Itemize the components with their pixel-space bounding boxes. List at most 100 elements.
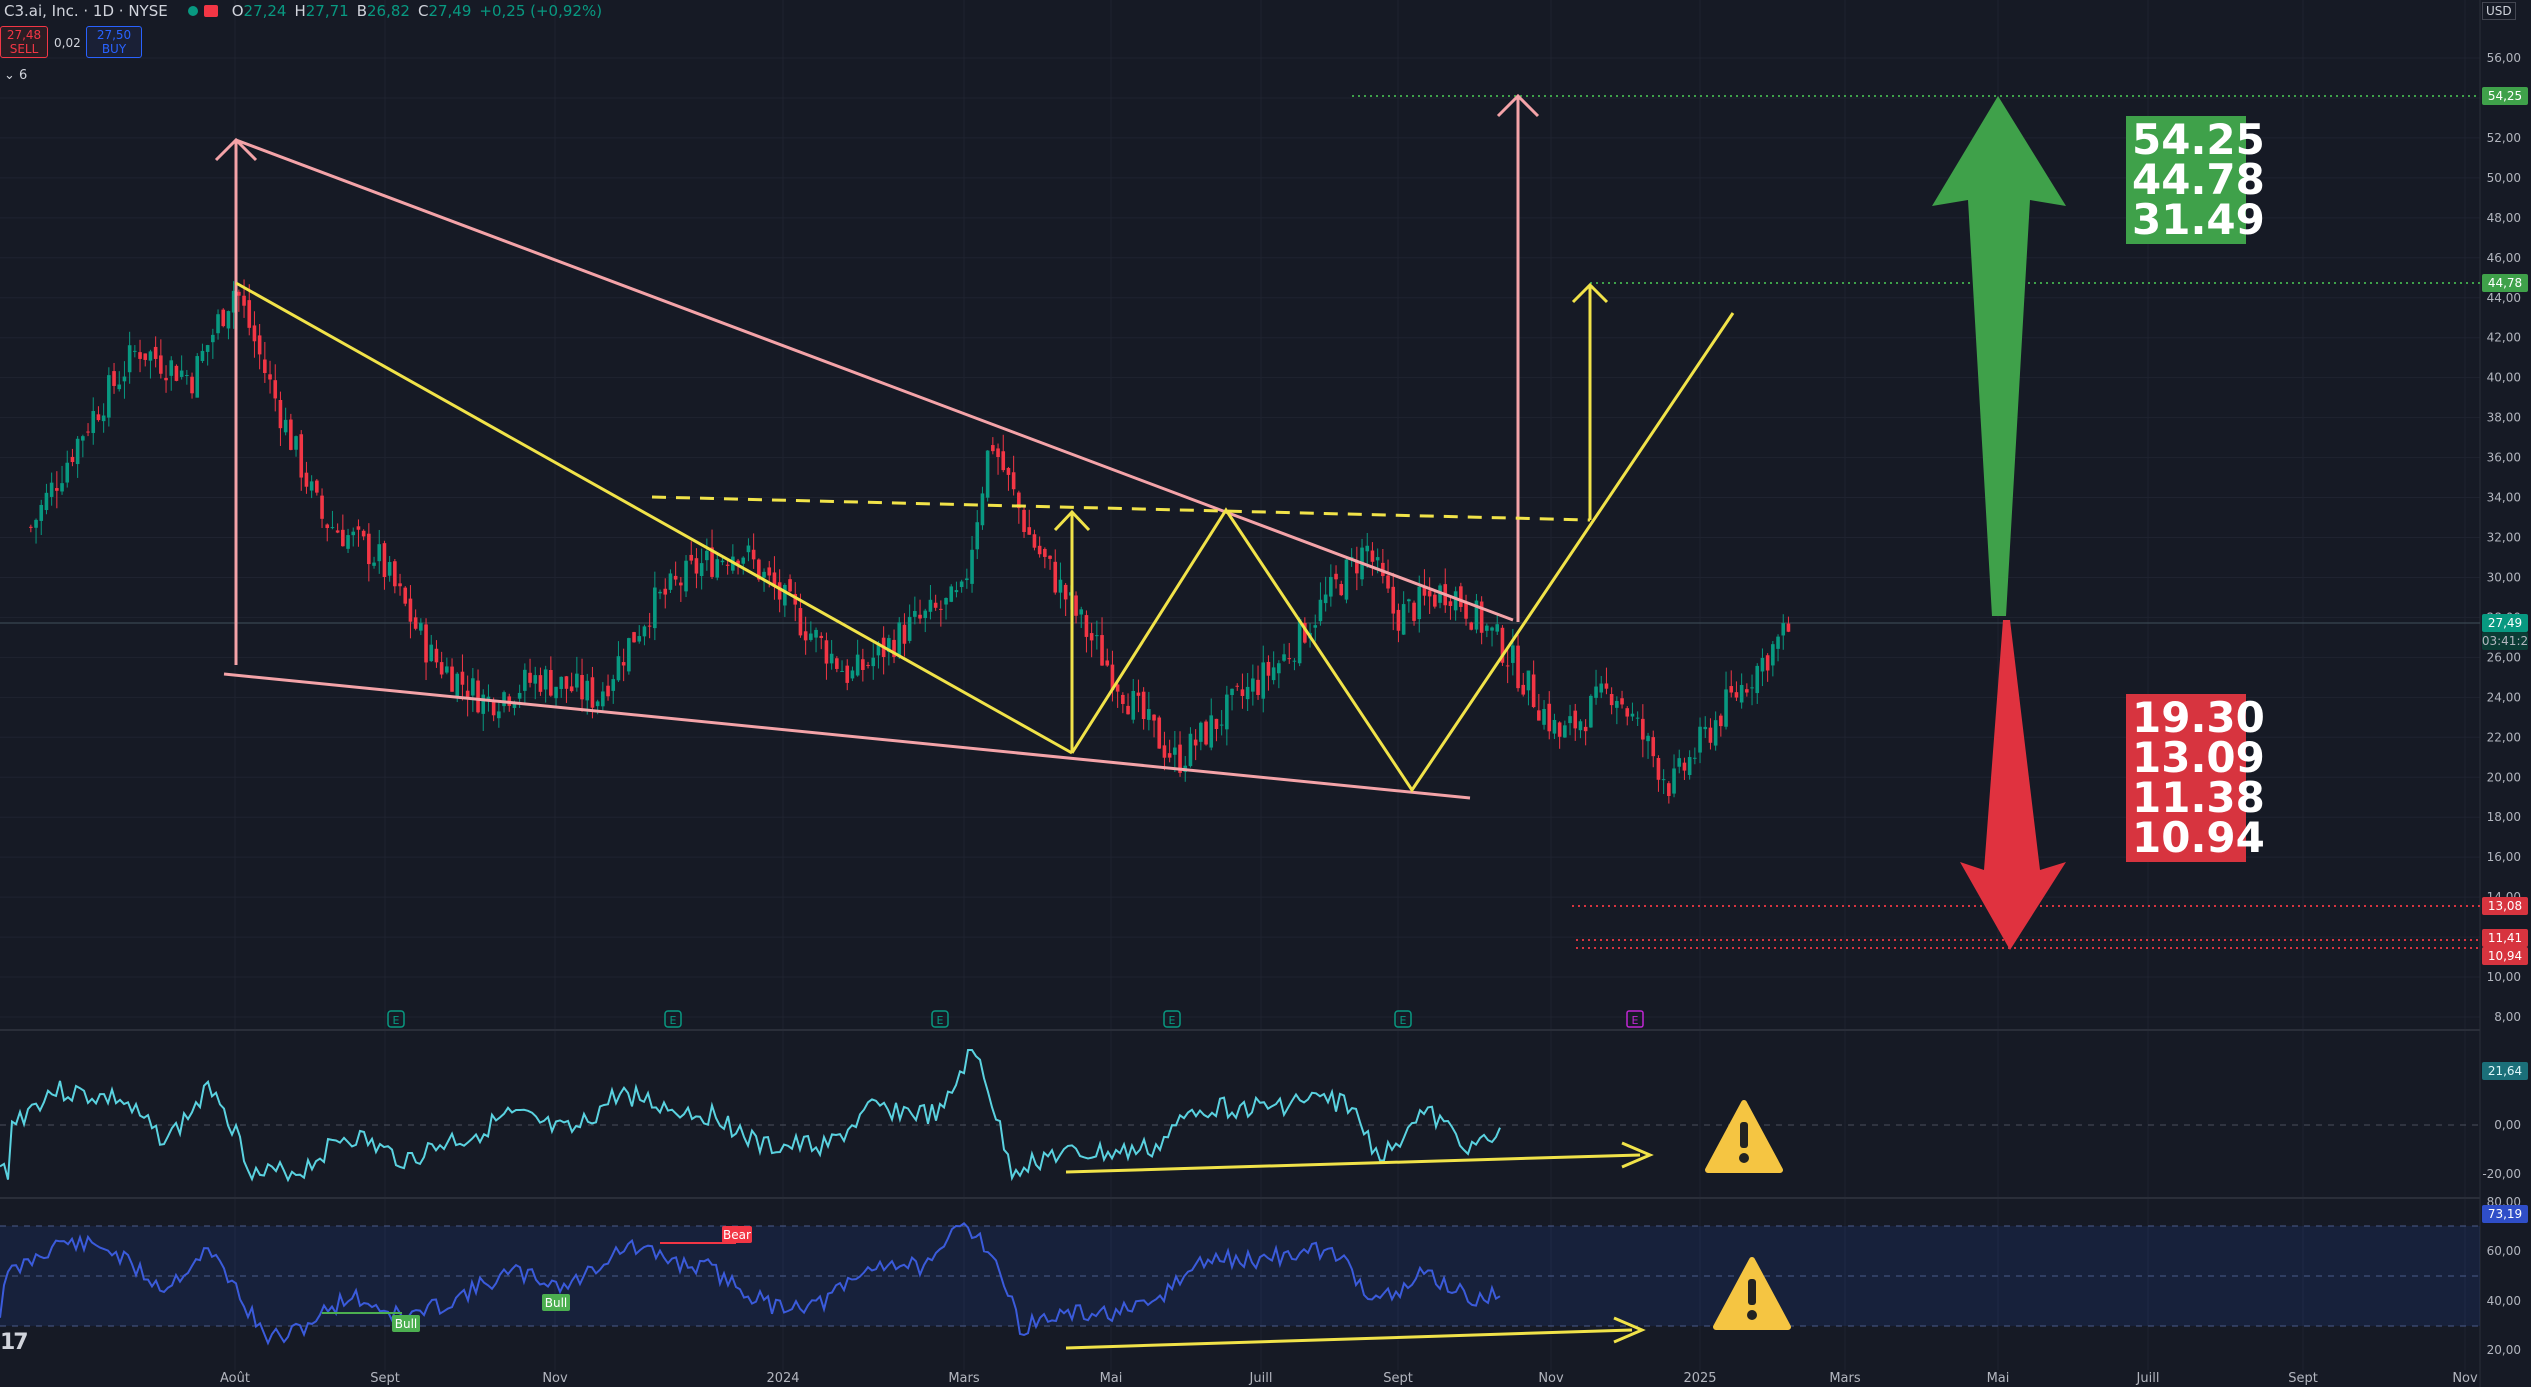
candle-body: [190, 376, 194, 394]
candle-body: [486, 696, 491, 699]
target-tag-text: 44,78: [2488, 276, 2522, 290]
candle-body: [959, 581, 964, 588]
price-tick-label: 16,00: [2487, 850, 2521, 864]
time-tick-label: Sept: [2288, 1371, 2318, 1386]
indicators-toggle[interactable]: ⌄ 6: [4, 68, 27, 83]
candle-body: [699, 563, 704, 576]
candle-body: [840, 670, 844, 672]
support-tag-text: 10,94: [2488, 949, 2522, 963]
bull-label-text: Bull: [545, 1296, 568, 1310]
candle-body: [543, 669, 548, 690]
candle-body: [153, 346, 158, 359]
candle-body: [1043, 548, 1047, 557]
candle-body: [1677, 758, 1682, 767]
candle-body: [1537, 710, 1541, 721]
candle-body: [1131, 690, 1136, 720]
candle-body: [835, 658, 839, 669]
candle-body: [673, 575, 678, 580]
w-pattern-line: [1070, 312, 1735, 793]
candle-body: [179, 370, 184, 377]
candle-body: [367, 533, 371, 565]
candle-body: [1417, 586, 1422, 620]
price-tick-label: 52,00: [2487, 131, 2521, 145]
candle-body: [907, 616, 912, 641]
candle-body: [127, 345, 132, 373]
candle-body: [294, 436, 298, 450]
candle-body: [1162, 745, 1167, 758]
candle-body: [590, 677, 595, 708]
candle-body: [819, 635, 824, 639]
earnings-marker-label: E: [393, 1014, 400, 1027]
sell-button[interactable]: 27,48 SELL: [0, 26, 48, 58]
buy-button[interactable]: 27,50 BUY: [86, 26, 142, 58]
candle-body: [1058, 579, 1063, 593]
candle-body: [1209, 715, 1214, 748]
candle-body: [1141, 691, 1146, 720]
candle-body: [1505, 665, 1510, 667]
candle-body: [1219, 724, 1224, 726]
symbol-title[interactable]: C3.ai, Inc. · 1D · NYSE: [4, 2, 168, 20]
candle-body: [861, 659, 865, 670]
candle-body: [1339, 584, 1344, 596]
candle-body: [1656, 758, 1661, 780]
target-tag-text: 54,25: [2488, 89, 2522, 103]
candle-body: [497, 711, 501, 719]
target-value: 11.38: [2132, 773, 2265, 822]
candle-body: [424, 624, 428, 663]
price-tick-label: 30,00: [2487, 570, 2521, 584]
candle-body: [1557, 722, 1562, 737]
candle-body: [595, 701, 600, 707]
candle-body: [1240, 689, 1245, 696]
price-tick-label: 46,00: [2487, 251, 2521, 265]
candle-body: [658, 591, 662, 594]
candle-body: [684, 560, 688, 592]
candle-body: [1063, 584, 1068, 600]
candle-body: [762, 571, 766, 578]
candle-body: [1698, 726, 1702, 753]
candle-body: [476, 680, 480, 713]
candle-body: [29, 526, 33, 528]
price-tick-label: 56,00: [2487, 51, 2521, 65]
candle-body: [1152, 714, 1156, 721]
candle-body: [455, 673, 460, 697]
candle-body: [372, 562, 376, 566]
candle-body: [148, 351, 153, 361]
candle-body: [502, 692, 506, 707]
candle-body: [60, 483, 64, 492]
candle-body: [1703, 726, 1708, 730]
candle-body: [1646, 735, 1650, 742]
candle-body: [398, 583, 402, 587]
price-tick-label: 24,00: [2487, 690, 2521, 704]
ohlc-low: B26,82: [356, 2, 410, 20]
candle-body: [1516, 645, 1520, 689]
currency-label[interactable]: USD: [2482, 2, 2516, 20]
candle-body: [1459, 586, 1463, 607]
candle-body: [1401, 604, 1406, 635]
oscillator-axis: 0,00-20,0080,0060,0040,0020,00: [2482, 1118, 2521, 1357]
candle-body: [1297, 619, 1302, 664]
candle-body: [1615, 700, 1619, 708]
candle-body: [117, 384, 122, 390]
ohlc-open: O27,24: [231, 2, 287, 20]
candle-body: [49, 482, 54, 497]
tradingview-logo[interactable]: 17: [0, 1330, 29, 1355]
candles: [29, 279, 1791, 804]
candle-body: [377, 544, 382, 562]
candle-body: [481, 694, 486, 714]
candle-body: [1318, 599, 1323, 622]
candle-body: [715, 559, 720, 578]
candle-body: [309, 481, 314, 491]
osc1-tick-label: 0,00: [2494, 1118, 2521, 1132]
wedge-upper-line: [235, 138, 1514, 622]
candle-body: [1261, 662, 1266, 699]
candle-body: [1547, 703, 1552, 732]
candle-body: [1661, 779, 1666, 781]
candle-body: [1011, 472, 1016, 490]
candle-body: [1729, 686, 1734, 693]
candle-body: [1750, 687, 1754, 689]
candle-body: [351, 531, 356, 536]
candle-body: [1344, 559, 1349, 600]
price-tick-label: 10,00: [2487, 970, 2521, 984]
candle-body: [1334, 573, 1338, 580]
candle-body: [1765, 655, 1770, 671]
